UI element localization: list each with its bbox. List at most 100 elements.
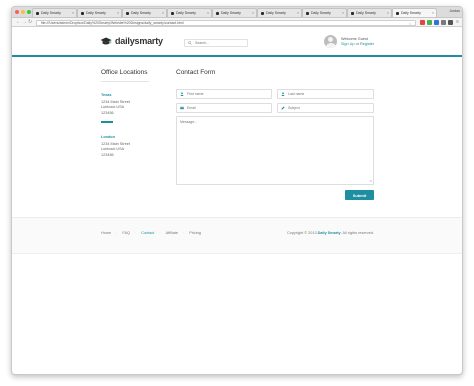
- tab-label: Daily Smarty: [131, 11, 151, 15]
- footer-link-faq[interactable]: FAQ: [122, 231, 130, 235]
- office-name: Texas: [101, 93, 112, 97]
- submit-button[interactable]: Submit: [345, 190, 374, 200]
- search-input[interactable]: [195, 41, 245, 45]
- search-icon: [188, 41, 192, 45]
- footer-link-affiliate[interactable]: Affiliate: [166, 231, 178, 235]
- first-name-input[interactable]: [187, 92, 267, 96]
- close-tab-icon[interactable]: ×: [342, 11, 344, 15]
- browser-tab[interactable]: Daily Smarty ×: [257, 8, 302, 17]
- copyright-suffix: . All rights reserved.: [340, 231, 374, 235]
- subject-input[interactable]: [288, 106, 368, 110]
- message-field[interactable]: ⇲: [176, 116, 374, 185]
- maximize-window-button[interactable]: [27, 10, 31, 14]
- close-tab-icon[interactable]: ×: [117, 11, 119, 15]
- subject-field[interactable]: [277, 103, 374, 113]
- browser-tab[interactable]: Daily Smarty ×: [212, 8, 257, 17]
- browser-tab[interactable]: Daily Smarty ×: [167, 8, 212, 17]
- site-header: dailysmarty Welcome Guest Sign Up or Reg…: [12, 27, 462, 57]
- close-tab-icon[interactable]: ×: [72, 11, 74, 15]
- register-link[interactable]: Register: [360, 42, 374, 46]
- close-tab-icon[interactable]: ×: [432, 11, 434, 15]
- first-name-field[interactable]: [176, 89, 272, 99]
- reload-icon[interactable]: ↻: [28, 19, 32, 26]
- office-zip: 123456: [101, 152, 114, 157]
- favicon-icon: [351, 11, 354, 15]
- browser-tab[interactable]: Daily Smarty ×: [77, 8, 122, 17]
- tab-label: Daily Smarty: [266, 11, 286, 15]
- extension-icon[interactable]: [420, 20, 425, 25]
- logo[interactable]: dailysmarty: [100, 36, 163, 46]
- forward-arrow-icon[interactable]: →: [22, 19, 27, 26]
- footer-nav: Home · FAQ · Contact · Affiliate · Pricing: [101, 231, 201, 235]
- tab-strip: Daily Smarty × Daily Smarty × Daily Smarty × D…: [32, 8, 437, 17]
- office-texas: Texas 1234 Main Street Lubbock USA 12345…: [101, 93, 130, 116]
- last-name-input[interactable]: [288, 92, 368, 96]
- contact-form-title: Contact Form: [176, 69, 216, 76]
- browser-tab[interactable]: Daily Smarty ×: [392, 8, 437, 17]
- favicon-icon: [171, 11, 174, 15]
- favicon-icon: [396, 11, 399, 15]
- footer-link-home[interactable]: Home: [101, 231, 111, 235]
- tab-label: Daily Smarty: [176, 11, 196, 15]
- close-tab-icon[interactable]: ×: [297, 11, 299, 15]
- email-input[interactable]: [187, 106, 267, 110]
- tab-label: Daily Smarty: [86, 11, 106, 15]
- resize-handle-icon[interactable]: ⇲: [369, 179, 372, 183]
- url-text: file:///Users/admin/Dropbox/Daily%20Smar…: [41, 20, 184, 25]
- close-tab-icon[interactable]: ×: [162, 11, 164, 15]
- divider: [101, 121, 113, 123]
- minimize-window-button[interactable]: [21, 10, 25, 14]
- or-text: or: [355, 42, 359, 46]
- favicon-icon: [36, 11, 39, 15]
- logo-text: dailysmarty: [115, 36, 163, 46]
- tab-label: Daily Smarty: [356, 11, 376, 15]
- email-field[interactable]: [176, 103, 272, 113]
- user-icon: [180, 92, 184, 96]
- close-window-button[interactable]: [15, 10, 19, 14]
- nav-separator: ·: [116, 231, 118, 235]
- extension-icon[interactable]: [434, 20, 439, 25]
- copyright: Copyright © 2013 Daily Smarty. All right…: [287, 231, 374, 235]
- last-name-field[interactable]: [277, 89, 374, 99]
- extension-icon[interactable]: [427, 20, 432, 25]
- back-arrow-icon[interactable]: ←: [16, 19, 21, 26]
- favicon-icon: [81, 11, 84, 15]
- favicon-icon: [306, 11, 309, 15]
- browser-window: Daily Smarty × Daily Smarty × Daily Smarty × D…: [11, 6, 463, 375]
- main-content: Office Locations Texas 1234 Main Street …: [12, 59, 462, 205]
- office-london: London 1234 Main Street Lubbock USA 1234…: [101, 135, 130, 158]
- user-icon: [281, 92, 285, 96]
- favicon-icon: [216, 11, 219, 15]
- browser-tab[interactable]: Daily Smarty ×: [347, 8, 392, 17]
- tab-bar: Daily Smarty × Daily Smarty × Daily Smarty × D…: [12, 7, 462, 18]
- office-name: London: [101, 135, 115, 139]
- favicon-icon: [126, 11, 129, 15]
- address-bar[interactable]: file:///Users/admin/Dropbox/Daily%20Smar…: [36, 19, 416, 26]
- auth-links: Sign Up or Register: [341, 42, 374, 47]
- menu-icon[interactable]: ≡: [456, 19, 459, 26]
- extension-icon[interactable]: [441, 20, 446, 25]
- footer-link-pricing[interactable]: Pricing: [189, 231, 201, 235]
- close-tab-icon[interactable]: ×: [387, 11, 389, 15]
- browser-tab[interactable]: Daily Smarty ×: [122, 8, 167, 17]
- envelope-icon: [180, 106, 184, 110]
- window-controls: [15, 10, 31, 14]
- close-tab-icon[interactable]: ×: [252, 11, 254, 15]
- extension-icon[interactable]: [448, 20, 453, 25]
- search-box[interactable]: [184, 39, 248, 47]
- copyright-brand[interactable]: Daily Smarty: [318, 231, 341, 235]
- navigation-bar: ← → ↻ file:///Users/admin/Dropbox/Daily%…: [12, 18, 462, 27]
- profile-name[interactable]: Jordan: [449, 9, 460, 13]
- nav-separator: ·: [183, 231, 185, 235]
- office-zip: 123456: [101, 110, 114, 115]
- sign-up-link[interactable]: Sign Up: [341, 42, 355, 46]
- copyright-prefix: Copyright © 2013: [286, 231, 317, 235]
- avatar[interactable]: [324, 35, 337, 48]
- nav-separator: ·: [159, 231, 161, 235]
- bookmark-star-icon[interactable]: ☆: [408, 21, 412, 25]
- close-tab-icon[interactable]: ×: [207, 11, 209, 15]
- footer-link-contact[interactable]: Contact: [141, 231, 154, 235]
- browser-tab[interactable]: Daily Smarty ×: [302, 8, 347, 17]
- message-textarea[interactable]: [180, 120, 370, 181]
- browser-tab[interactable]: Daily Smarty ×: [32, 8, 77, 17]
